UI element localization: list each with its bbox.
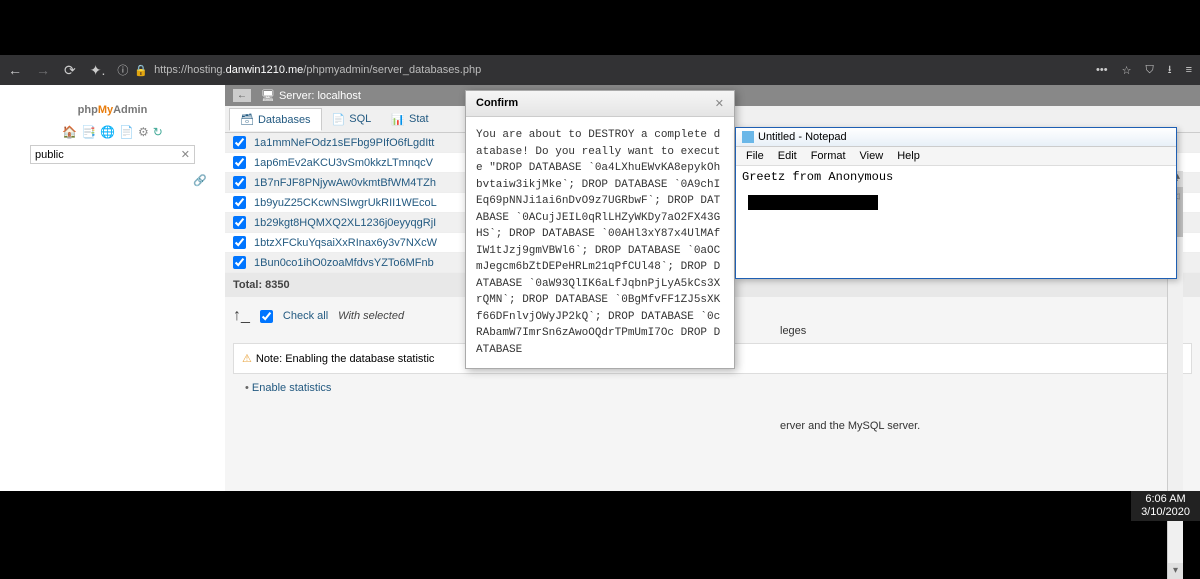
dialog-title: Confirm (476, 97, 518, 110)
reload-icon[interactable]: ⟳ (64, 62, 76, 79)
db-link[interactable]: 1a1mmNeFOdz1sEFbg9PIfO6fLgdItt (254, 137, 434, 149)
refresh-icon[interactable]: ↻ (153, 125, 163, 139)
menu-file[interactable]: File (740, 149, 770, 163)
server-icon: 🖥 (261, 89, 275, 102)
db-link[interactable]: 1ap6mEv2aKCU3vSm0kkzLTmnqcV (254, 157, 433, 169)
tab-status[interactable]: 📊Stat (381, 108, 438, 130)
bookmark-icon[interactable]: ☆ (1122, 64, 1132, 77)
menu-edit[interactable]: Edit (772, 149, 803, 163)
db-link[interactable]: 1Bun0co1ihO0zoaMfdvsYZTo6MFnb (254, 257, 434, 269)
clear-search-icon[interactable]: ✕ (181, 148, 190, 161)
info-icon[interactable]: ⓘ (117, 62, 128, 78)
db-checkbox[interactable] (233, 236, 246, 249)
docs-icon[interactable]: 📄 (119, 125, 134, 139)
collapse-icon[interactable]: ← (233, 89, 251, 102)
db-search[interactable]: ✕ (30, 145, 195, 164)
tab-databases[interactable]: 🗃Databases (229, 108, 322, 131)
scroll-down-icon[interactable]: ▾ (1168, 563, 1183, 579)
db-search-input[interactable] (35, 149, 181, 161)
hidden-text: leges (780, 325, 806, 337)
tab-sql[interactable]: 📄SQL (322, 108, 382, 130)
link-icon[interactable]: 🔗 (0, 170, 225, 191)
database-icon: 🗃 (240, 113, 254, 126)
db-link[interactable]: 1B7nFJF8PNjywAw0vkmtBfWM4TZh (254, 177, 436, 189)
settings-icon[interactable]: ⚙ (138, 125, 149, 139)
redaction (748, 195, 878, 210)
notepad-body[interactable]: Greetz from Anonymous (736, 166, 1176, 188)
extension-icon[interactable]: ✦. (90, 62, 106, 79)
lock-icon: 🔒 (134, 64, 148, 77)
home-icon[interactable]: 🏠 (62, 125, 77, 139)
db-link[interactable]: 1b29kgt8HQMXQ2XL1236j0eyyqgRjI (254, 217, 436, 229)
shield-icon[interactable]: ⛉ (1145, 64, 1153, 77)
browser-toolbar: ← → ⟳ ✦. ⓘ 🔒 https://hosting.danwin1210.… (0, 55, 1200, 85)
db-checkbox[interactable] (233, 176, 246, 189)
server-label: Server: localhost (279, 90, 361, 102)
db-checkbox[interactable] (233, 196, 246, 209)
status-icon: 📊 (391, 113, 405, 126)
up-arrow-icon: ↑_ (233, 307, 250, 325)
hidden-text: erver and the MySQL server. (780, 420, 920, 432)
more-icon[interactable]: ••• (1096, 64, 1108, 76)
notepad-icon (742, 131, 754, 143)
menu-view[interactable]: View (854, 149, 890, 163)
checkall-checkbox[interactable] (260, 310, 273, 323)
sql-icon: 📄 (332, 113, 346, 126)
db-checkbox[interactable] (233, 156, 246, 169)
system-clock[interactable]: 6:06 AM 3/10/2020 (1131, 491, 1200, 521)
menu-format[interactable]: Format (805, 149, 852, 163)
warning-icon: ⚠ (242, 353, 252, 365)
dialog-close-icon[interactable]: ✕ (715, 97, 724, 110)
notepad-titlebar[interactable]: Untitled - Notepad (736, 128, 1176, 147)
taskbar: 6:06 AM 3/10/2020 (1131, 491, 1200, 521)
notepad-title: Untitled - Notepad (758, 131, 847, 143)
download-icon[interactable]: ⭳ (1168, 61, 1172, 80)
db-checkbox[interactable] (233, 136, 246, 149)
db-link[interactable]: 1btzXFCkuYqsaiXxRInax6y3v7NXcW (254, 237, 437, 249)
dialog-body: You are about to DESTROY a complete data… (466, 117, 734, 368)
dialog-titlebar[interactable]: Confirm ✕ (466, 91, 734, 117)
with-selected-label: With selected (338, 310, 404, 322)
menu-help[interactable]: Help (891, 149, 926, 163)
enable-statistics-link[interactable]: Enable statistics (245, 382, 1180, 394)
logout-icon[interactable]: 📑 (81, 125, 96, 139)
db-link[interactable]: 1b9yuZ25CKcwNSIwgrUkRII1WEcoL (254, 197, 437, 209)
notepad-menu: File Edit Format View Help (736, 147, 1176, 166)
world-icon[interactable]: 🌐 (100, 125, 115, 139)
back-icon[interactable]: ← (8, 62, 22, 79)
url-bar[interactable]: ⓘ 🔒 https://hosting.danwin1210.me/phpmya… (117, 62, 1084, 78)
forward-icon[interactable]: → (36, 62, 50, 79)
checkall-link[interactable]: Check all (283, 310, 328, 322)
db-checkbox[interactable] (233, 216, 246, 229)
sidebar-toolbar: 🏠 📑 🌐 📄 ⚙ ↻ (0, 125, 225, 139)
url-text: https://hosting.danwin1210.me/phpmyadmin… (154, 64, 481, 76)
db-checkbox[interactable] (233, 256, 246, 269)
menu-icon[interactable]: ≡ (1186, 64, 1192, 76)
sidebar: phpMyAdmin 🏠 📑 🌐 📄 ⚙ ↻ ✕ 🔗 (0, 85, 225, 495)
confirm-dialog: Confirm ✕ You are about to DESTROY a com… (465, 90, 735, 369)
phpmyadmin-logo: phpMyAdmin (0, 93, 225, 119)
